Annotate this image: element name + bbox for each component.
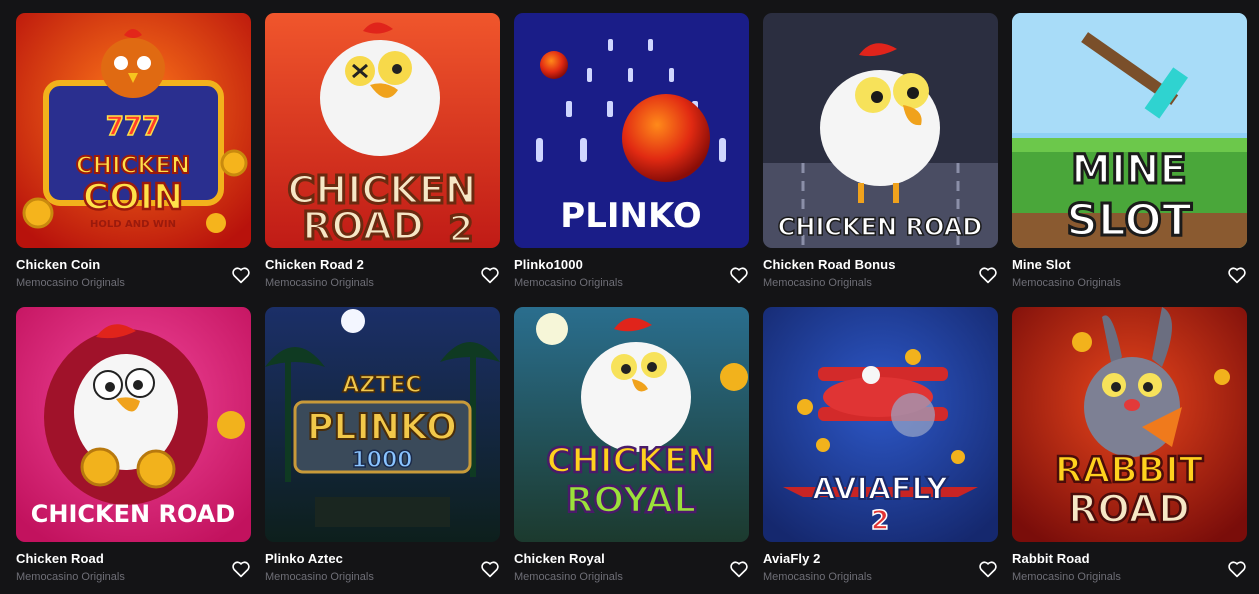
heart-outline-icon bbox=[232, 561, 250, 578]
game-thumbnail[interactable]: CHICKEN ROYAL bbox=[514, 307, 749, 542]
game-title[interactable]: Rabbit Road bbox=[1012, 551, 1090, 566]
game-title[interactable]: Plinko1000 bbox=[514, 257, 583, 272]
favorite-button[interactable] bbox=[231, 559, 251, 579]
chicken-royal-artwork: CHICKEN ROYAL bbox=[514, 307, 749, 542]
heart-outline-icon bbox=[481, 267, 499, 284]
game-provider: Memocasino Originals bbox=[265, 277, 374, 289]
heart-outline-icon bbox=[979, 267, 997, 284]
heart-outline-icon bbox=[232, 267, 250, 284]
game-title[interactable]: Chicken Coin bbox=[16, 257, 100, 272]
game-provider: Memocasino Originals bbox=[763, 277, 872, 289]
favorite-button[interactable] bbox=[1227, 559, 1247, 579]
favorite-button[interactable] bbox=[978, 559, 998, 579]
heart-outline-icon bbox=[1228, 267, 1246, 284]
game-card-chicken-road-bonus[interactable]: CHICKEN ROAD Chicken Road Bonus Memocasi… bbox=[763, 13, 998, 294]
game-thumbnail[interactable]: MINE SLOT bbox=[1012, 13, 1247, 248]
art-text-aztec: AZTEC bbox=[342, 373, 421, 398]
chicken-road-artwork: CHICKEN ROAD bbox=[16, 307, 251, 542]
art-text-777: 777 bbox=[106, 112, 160, 142]
art-text-plinko: PLINKO bbox=[560, 196, 701, 236]
game-thumbnail[interactable]: CHICKEN ROAD bbox=[763, 13, 998, 248]
art-text-chicken: CHICKEN bbox=[76, 153, 190, 179]
game-thumbnail[interactable]: CHICKEN ROAD 2 bbox=[265, 13, 500, 248]
game-title[interactable]: Chicken Royal bbox=[514, 551, 605, 566]
art-text-2: 2 bbox=[448, 209, 473, 248]
art-text-plinko: PLINKO bbox=[307, 407, 457, 448]
art-text-rabbit: RABBIT bbox=[1055, 450, 1204, 491]
game-provider: Memocasino Originals bbox=[265, 571, 374, 583]
art-text-aviafly: AVIAFLY bbox=[812, 472, 949, 507]
game-card-aviafly-2[interactable]: AVIAFLY 2 AviaFly 2 Memocasino Originals bbox=[763, 307, 998, 588]
art-text-road: ROAD bbox=[302, 204, 424, 248]
game-title[interactable]: AviaFly 2 bbox=[763, 551, 821, 566]
art-text-mine: MINE bbox=[1071, 147, 1187, 193]
aviafly-artwork: AVIAFLY 2 bbox=[763, 307, 998, 542]
game-card-plinko1000[interactable]: PLINKO Plinko1000 Memocasino Originals bbox=[514, 13, 749, 294]
art-text-hold-and-win: HOLD AND WIN bbox=[90, 219, 176, 230]
favorite-button[interactable] bbox=[480, 265, 500, 285]
game-thumbnail[interactable]: AZTEC PLINKO 1000 bbox=[265, 307, 500, 542]
game-card-mine-slot[interactable]: MINE SLOT Mine Slot Memocasino Originals bbox=[1012, 13, 1247, 294]
game-title[interactable]: Chicken Road bbox=[16, 551, 104, 566]
game-provider: Memocasino Originals bbox=[763, 571, 872, 583]
game-provider: Memocasino Originals bbox=[1012, 277, 1121, 289]
favorite-button[interactable] bbox=[1227, 265, 1247, 285]
game-card-rabbit-road[interactable]: RABBIT ROAD Rabbit Road Memocasino Origi… bbox=[1012, 307, 1247, 588]
game-title[interactable]: Chicken Road Bonus bbox=[763, 257, 896, 272]
games-grid: 777 CHICKEN COIN HOLD AND WIN Chicken Co… bbox=[16, 13, 1247, 588]
art-text-chicken-road: CHICKEN ROAD bbox=[778, 213, 982, 241]
art-text-1000: 1000 bbox=[351, 448, 412, 473]
art-text-coin: COIN bbox=[83, 177, 184, 218]
art-text-chicken-road: CHICKEN ROAD bbox=[31, 500, 235, 528]
game-thumbnail[interactable]: AVIAFLY 2 bbox=[763, 307, 998, 542]
game-card-plinko-aztec[interactable]: AZTEC PLINKO 1000 Plinko Aztec Memocasin… bbox=[265, 307, 500, 588]
game-thumbnail[interactable]: PLINKO bbox=[514, 13, 749, 248]
favorite-button[interactable] bbox=[978, 265, 998, 285]
heart-outline-icon bbox=[730, 561, 748, 578]
favorite-button[interactable] bbox=[480, 559, 500, 579]
game-provider: Memocasino Originals bbox=[514, 571, 623, 583]
game-title[interactable]: Plinko Aztec bbox=[265, 551, 343, 566]
game-title[interactable]: Chicken Road 2 bbox=[265, 257, 364, 272]
game-thumbnail[interactable]: CHICKEN ROAD bbox=[16, 307, 251, 542]
art-text-slot: SLOT bbox=[1066, 195, 1192, 246]
art-text-royal: ROYAL bbox=[566, 480, 696, 521]
game-provider: Memocasino Originals bbox=[16, 277, 125, 289]
game-card-chicken-royal[interactable]: CHICKEN ROYAL Chicken Royal Memocasino O… bbox=[514, 307, 749, 588]
game-thumbnail[interactable]: RABBIT ROAD bbox=[1012, 307, 1247, 542]
heart-outline-icon bbox=[1228, 561, 1246, 578]
game-card-chicken-road-2[interactable]: CHICKEN ROAD 2 Chicken Road 2 Memocasino… bbox=[265, 13, 500, 294]
favorite-button[interactable] bbox=[729, 559, 749, 579]
game-provider: Memocasino Originals bbox=[514, 277, 623, 289]
art-text-road: ROAD bbox=[1068, 487, 1190, 531]
game-provider: Memocasino Originals bbox=[1012, 571, 1121, 583]
art-text-2: 2 bbox=[871, 506, 889, 536]
game-card-chicken-coin[interactable]: 777 CHICKEN COIN HOLD AND WIN Chicken Co… bbox=[16, 13, 251, 294]
favorite-button[interactable] bbox=[729, 265, 749, 285]
plinko-aztec-artwork: AZTEC PLINKO 1000 bbox=[265, 307, 500, 542]
chicken-road-2-artwork: CHICKEN ROAD 2 bbox=[265, 13, 500, 248]
game-provider: Memocasino Originals bbox=[16, 571, 125, 583]
heart-outline-icon bbox=[979, 561, 997, 578]
mine-slot-artwork: MINE SLOT bbox=[1012, 13, 1247, 248]
art-text-chicken: CHICKEN bbox=[546, 441, 715, 481]
chicken-coin-artwork: 777 CHICKEN COIN HOLD AND WIN bbox=[16, 13, 251, 248]
chicken-road-bonus-artwork: CHICKEN ROAD bbox=[763, 13, 998, 248]
heart-outline-icon bbox=[730, 267, 748, 284]
heart-outline-icon bbox=[481, 561, 499, 578]
plinko-artwork: PLINKO bbox=[514, 13, 749, 248]
game-card-chicken-road[interactable]: CHICKEN ROAD Chicken Road Memocasino Ori… bbox=[16, 307, 251, 588]
favorite-button[interactable] bbox=[231, 265, 251, 285]
game-title[interactable]: Mine Slot bbox=[1012, 257, 1071, 272]
rabbit-road-artwork: RABBIT ROAD bbox=[1012, 307, 1247, 542]
game-thumbnail[interactable]: 777 CHICKEN COIN HOLD AND WIN bbox=[16, 13, 251, 248]
